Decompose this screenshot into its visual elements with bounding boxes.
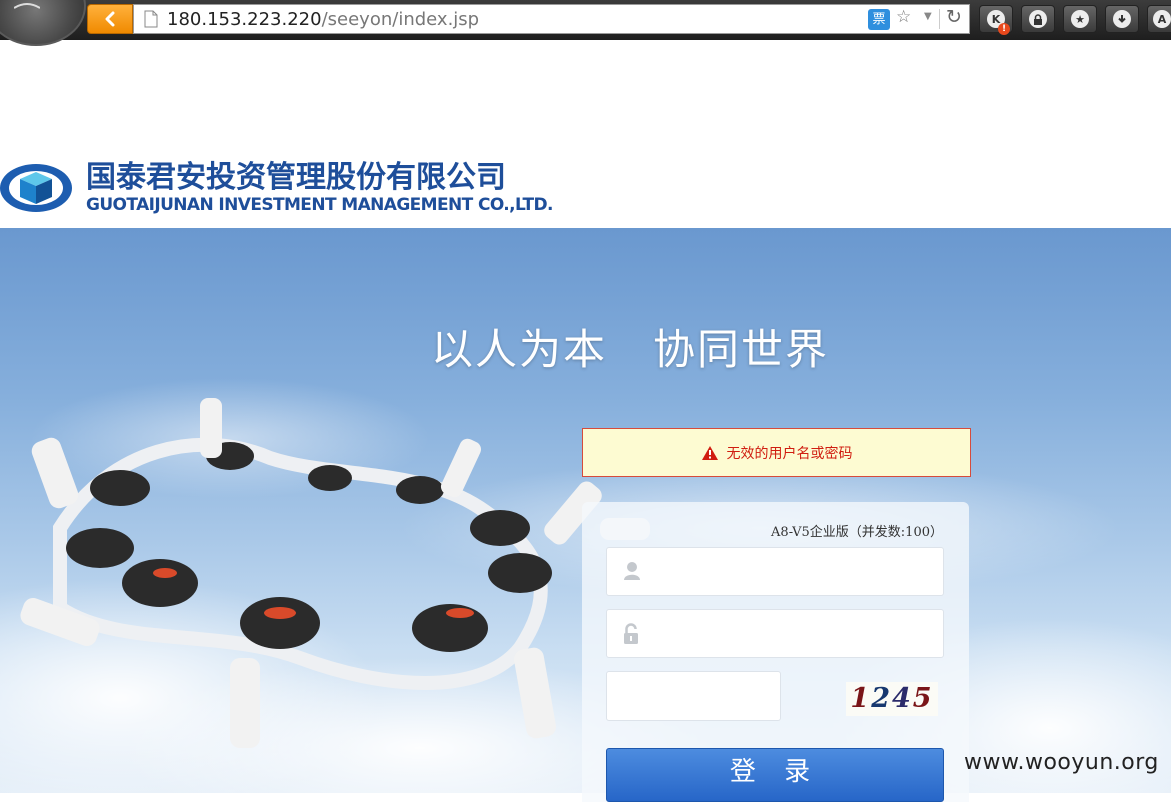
ticket-icon[interactable]: 票 — [868, 9, 890, 30]
lock-icon — [624, 623, 638, 644]
warning-icon — [701, 445, 718, 460]
login-panel: A8-V5企业版（并发数:100） 1245 登 录 — [582, 502, 969, 802]
company-name-cn: 国泰君安投资管理股份有限公司 — [86, 160, 506, 195]
error-message: 无效的用户名或密码 — [726, 445, 853, 462]
alert-badge: ! — [998, 23, 1010, 35]
browser-toolbar: 180.153.223.220/seeyon/index.jsp 票 ☆ ▼ ↻… — [0, 0, 1171, 46]
bookmark-star-icon[interactable]: ☆ — [896, 7, 911, 27]
star-icon: ★ — [1071, 10, 1089, 28]
lock-extension-button[interactable] — [1021, 5, 1055, 33]
captcha-digit: 5 — [912, 683, 934, 714]
download-extension-button[interactable] — [1105, 5, 1139, 33]
back-button[interactable] — [87, 4, 133, 34]
username-field[interactable] — [606, 547, 944, 597]
captcha-digit: 4 — [892, 683, 913, 714]
divider — [939, 9, 940, 29]
lock-icon — [1029, 10, 1047, 28]
download-icon — [1113, 10, 1131, 28]
a-extension-button[interactable]: A — [1147, 5, 1171, 33]
back-arrow-icon — [105, 11, 115, 27]
a-extension-icon: A — [1153, 10, 1171, 28]
star-extension-button[interactable]: ★ — [1063, 5, 1097, 33]
browser-logo-icon — [14, 3, 40, 9]
url-host: 180.153.223.220 — [167, 9, 322, 30]
password-input[interactable] — [655, 610, 939, 659]
url-text[interactable]: 180.153.223.220/seeyon/index.jsp — [167, 9, 479, 31]
username-input[interactable] — [655, 548, 939, 597]
captcha-image[interactable]: 1245 — [846, 682, 938, 716]
error-banner: 无效的用户名或密码 — [582, 428, 971, 477]
page-icon — [144, 10, 158, 28]
password-field[interactable] — [606, 609, 944, 659]
captcha-digit: 2 — [871, 683, 892, 714]
chevron-down-icon[interactable]: ▼ — [924, 11, 932, 22]
browser-logo[interactable] — [0, 0, 86, 46]
company-name-en: GUOTAIJUNAN INVESTMENT MANAGEMENT CO.,LT… — [86, 195, 553, 215]
hero-slogan: 以人为本 协同世界 — [430, 325, 830, 374]
watermark: www.wooyun.org — [964, 750, 1159, 775]
login-button[interactable]: 登 录 — [606, 748, 944, 802]
user-icon — [624, 562, 640, 580]
url-path: /seeyon/index.jsp — [321, 9, 480, 30]
address-bar[interactable]: 180.153.223.220/seeyon/index.jsp 票 ☆ ▼ ↻ — [133, 4, 970, 34]
k-extension-button[interactable]: K ! — [979, 5, 1013, 35]
captcha-digit: 1 — [850, 683, 872, 714]
company-logo-icon — [0, 164, 72, 212]
edition-label: A8-V5企业版（并发数:100） — [771, 525, 943, 540]
captcha-input[interactable] — [615, 672, 779, 720]
refresh-icon[interactable]: ↻ — [946, 6, 962, 28]
captcha-field[interactable] — [606, 671, 781, 721]
